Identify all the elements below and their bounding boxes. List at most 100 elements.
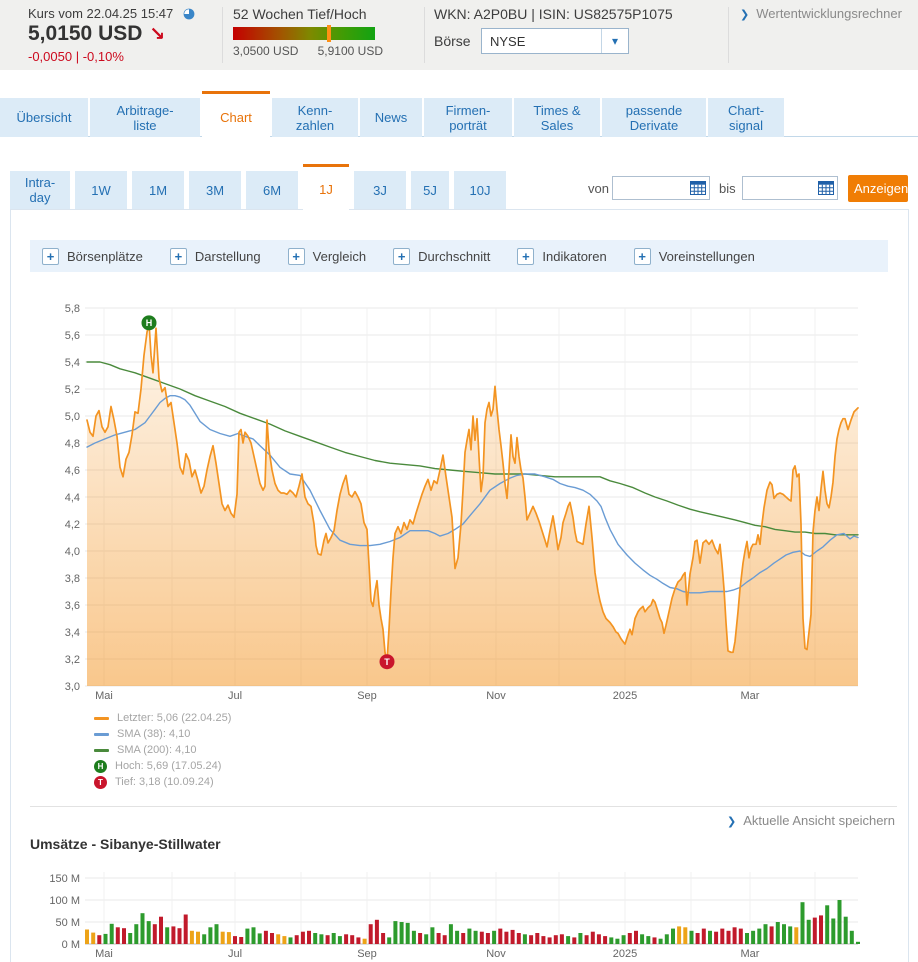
von-label: von [588,181,609,196]
svg-text:Sep: Sep [357,948,377,960]
svg-text:Sep: Sep [357,690,377,702]
chevron-right-icon: ❯ [727,816,736,828]
toolbar-label: Vergleich [313,249,366,264]
plus-icon: + [393,248,410,265]
52w-range-gradient-bar [233,27,375,40]
52w-range-labels: 3,0500 USD 5,9100 USD [233,44,383,58]
svg-text:100 M: 100 M [49,895,80,907]
legend-marker-icon: H [94,760,107,773]
main-tabs: ÜbersichtArbitrage- listeChartKenn- zahl… [0,90,784,137]
stock-chart-page: Kurs vom 22.04.25 15:47 5,0150 USD↘ -0,0… [0,0,918,962]
toolbar-durchschnitt[interactable]: + Durchschnitt [393,248,490,265]
toolbar-voreinstellungen[interactable]: + Voreinstellungen [634,248,755,265]
legend-item-4: TTief: 3,18 (10.09.24) [94,774,231,790]
svg-text:5,6: 5,6 [65,330,80,342]
svg-text:2025: 2025 [613,948,637,960]
von-date-input-wrap [612,176,710,200]
tab-chart[interactable]: Chart [202,91,270,140]
svg-text:Mai: Mai [95,948,113,960]
von-calendar-button[interactable] [689,180,706,196]
bis-label: bis [719,181,736,196]
plus-icon: + [517,248,534,265]
svg-text:5,4: 5,4 [65,357,80,369]
legend-dash-icon [94,733,109,736]
section-divider [30,806,897,807]
exchange-select[interactable]: NYSE ▾ [481,28,629,54]
legend-text: Hoch: 5,69 (17.05.24) [115,760,221,772]
header-divider [222,7,223,63]
price-area [87,323,858,686]
header-divider [728,7,729,63]
performance-calculator-label: Wertentwicklungsrechner [756,6,902,21]
plus-icon: + [170,248,187,265]
tab-times-sales[interactable]: Times & Sales [514,98,600,137]
svg-text:4,4: 4,4 [65,492,80,504]
von-date-input[interactable] [613,177,695,199]
svg-text:3,6: 3,6 [65,600,80,612]
svg-text:Nov: Nov [486,690,506,702]
svg-text:Nov: Nov [486,948,506,960]
svg-text:0 M: 0 M [62,939,80,951]
range-tab-1j[interactable]: 1J [303,164,349,212]
tab-kenn-zahlen[interactable]: Kenn- zahlen [272,98,358,137]
legend-text: Tief: 3,18 (10.09.24) [115,776,214,788]
toolbar-darstellung[interactable]: + Darstellung [170,248,261,265]
exchange-label: Börse [434,33,471,49]
svg-text:Jul: Jul [228,948,242,960]
toolbar-label: Börsenplätze [67,249,143,264]
performance-calculator-link[interactable]: ❯Wertentwicklungsrechner [740,6,902,21]
svg-text:Mai: Mai [95,690,113,702]
range-tab-intra-day[interactable]: Intra- day [10,171,70,209]
plus-icon: + [634,248,651,265]
range-tab-6m[interactable]: 6M [246,171,298,209]
toolbar-b-rsenpl-tze[interactable]: +Börsenplätze [42,248,143,265]
svg-text:T: T [384,657,390,667]
save-view-link[interactable]: ❯ Aktuelle Ansicht speichern [727,813,895,828]
price-chart[interactable]: 3,03,23,43,63,84,04,24,44,64,85,05,25,45… [0,290,918,710]
exchange-select-value: NYSE [482,34,601,49]
tab-news[interactable]: News [360,98,422,137]
svg-text:3,0: 3,0 [65,681,80,693]
52w-current-marker [327,25,331,42]
range-tab-1m[interactable]: 1M [132,171,184,209]
chart-legend: Letzter: 5,06 (22.04.25)SMA (38): 4,10SM… [94,710,231,790]
legend-text: SMA (200): 4,10 [117,744,197,756]
anzeigen-button[interactable]: Anzeigen [848,175,908,202]
bis-date-input[interactable] [743,177,823,199]
toolbar-label: Darstellung [195,249,261,264]
bis-calendar-button[interactable] [817,180,834,196]
svg-text:Mar: Mar [741,690,760,702]
range-tab-5j[interactable]: 5J [411,171,449,209]
toolbar-indikatoren[interactable]: + Indikatoren [517,248,606,265]
quote-timestamp-label: Kurs vom 22.04.25 15:47 [28,6,173,21]
bis-date-input-wrap [742,176,838,200]
tab-chart-signal[interactable]: Chart- signal [708,98,784,137]
range-tab-10j[interactable]: 10J [454,171,506,209]
calendar-icon [818,180,834,195]
plus-icon: + [288,248,305,265]
quote-timestamp: Kurs vom 22.04.25 15:47 [28,6,195,21]
toolbar-label: Voreinstellungen [659,249,755,264]
tab-arbitrage-liste[interactable]: Arbitrage- liste [90,98,200,137]
volume-chart-title: Umsätze - Sibanye-Stillwater [30,836,221,852]
last-price: 5,0150 USD↘ [28,22,165,46]
svg-text:3,4: 3,4 [65,627,80,639]
save-view-label: Aktuelle Ansicht speichern [743,813,895,828]
toolbar-label: Indikatoren [542,249,606,264]
toolbar-vergleich[interactable]: + Vergleich [288,248,366,265]
tab-firmen-portr-t[interactable]: Firmen- porträt [424,98,512,137]
range-tab-3m[interactable]: 3M [189,171,241,209]
legend-text: Letzter: 5,06 (22.04.25) [117,712,231,724]
toolbar-label: Durchschnitt [418,249,490,264]
tab-bersicht[interactable]: Übersicht [0,98,88,137]
tab-passende-derivate[interactable]: passende Derivate [602,98,706,137]
last-price-value: 5,0150 USD [28,22,142,45]
svg-text:2025: 2025 [613,690,637,702]
wkn-isin: WKN: A2P0BU | ISIN: US82575P1075 [434,6,673,22]
range-tab-1w[interactable]: 1W [75,171,127,209]
svg-text:4,6: 4,6 [65,465,80,477]
svg-text:4,8: 4,8 [65,438,80,450]
52w-high-value: 5,9100 USD [318,44,383,58]
volume-chart[interactable]: 0 M50 M100 M150 MMaiJulSepNov2025Mar [0,862,918,962]
range-tab-3j[interactable]: 3J [354,171,406,209]
